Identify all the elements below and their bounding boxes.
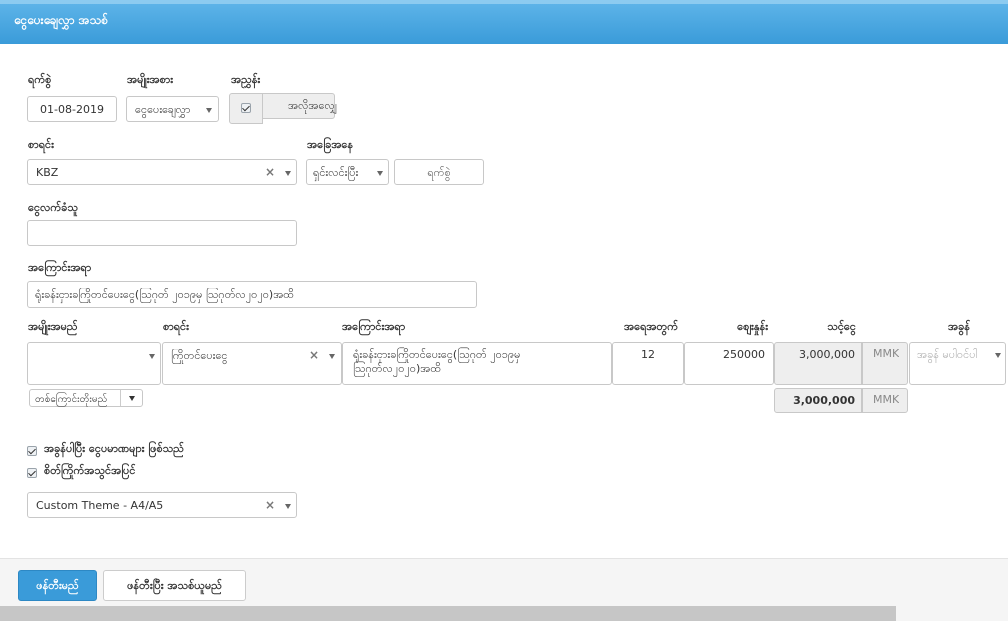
line-currency: MMK xyxy=(862,342,908,385)
col-price-header: စျေးနှုန်း xyxy=(737,320,768,333)
ref-value: အလိုအလျှေ xyxy=(288,99,337,112)
payee-label: ငွေလက်ခံသူ xyxy=(28,201,78,214)
account-value: KBZ xyxy=(36,166,59,179)
tax-inclusive-checkbox[interactable] xyxy=(27,446,37,456)
line-price-value: 250000 xyxy=(723,348,765,361)
chevron-down-icon xyxy=(149,354,155,359)
payee-input[interactable] xyxy=(27,220,297,246)
type-select[interactable]: ငွေပေးချေလွှာ xyxy=(126,96,219,122)
date-input[interactable]: 01-08-2019 xyxy=(27,96,117,122)
total-currency: MMK xyxy=(862,388,908,413)
custom-print-checkbox[interactable] xyxy=(27,468,37,478)
chevron-down-icon xyxy=(206,108,212,113)
status-date-placeholder: ရက်စွဲ xyxy=(427,166,451,179)
chevron-down-icon xyxy=(377,171,383,176)
description-label: အကြောင်းအရာ xyxy=(28,261,92,274)
line-account-value: ကြိုတင်ပေးငွေ xyxy=(171,349,228,362)
status-date-input[interactable]: ရက်စွဲ xyxy=(394,159,484,185)
status-select[interactable]: ရှင်းလင်းပြီး xyxy=(306,159,389,185)
col-kind-header: အမျိုးအမည် xyxy=(28,320,78,333)
horizontal-scrollbar[interactable] xyxy=(0,606,896,621)
col-tax-header: အခွန် xyxy=(948,320,970,333)
chevron-down-icon xyxy=(285,171,291,176)
add-line-label: တစ်ကြောင်းတိုးမည် xyxy=(35,394,108,405)
theme-value: Custom Theme - A4/A5 xyxy=(36,499,164,512)
chevron-down-icon xyxy=(329,354,335,359)
ref-input[interactable]: အလိုအလျှေ xyxy=(262,93,337,119)
line-qty-input[interactable]: 12 xyxy=(612,342,684,385)
line-tax-placeholder: အခွန် မပါဝင်ပါ xyxy=(917,348,978,361)
line-currency-value: MMK xyxy=(873,347,900,360)
line-account-select[interactable]: ကြိုတင်ပေးငွေ × xyxy=(162,342,342,385)
chevron-down-icon[interactable] xyxy=(129,396,135,401)
custom-print-label: စိတ်ကြိုက်အသွင်အပြင် xyxy=(44,464,136,477)
date-value: 01-08-2019 xyxy=(40,103,104,116)
auto-ref-toggle[interactable] xyxy=(229,93,263,124)
add-line-divider xyxy=(120,390,121,406)
account-label: စာရင်း xyxy=(28,138,54,151)
chevron-down-icon xyxy=(995,353,1001,358)
line-description-input[interactable]: ရုံးခန်းငှားခကြိုတင်ပေးငွေ(ဩဂုတ် ၂၀၁၉မှ … xyxy=(342,342,612,385)
type-label: အမျိုးအစား xyxy=(127,73,174,86)
type-value: ငွေပေးချေလွှာ xyxy=(135,103,191,116)
account-select[interactable]: KBZ × xyxy=(27,159,297,185)
col-description-header: အကြောင်းအရာ xyxy=(342,320,406,333)
theme-select[interactable]: Custom Theme - A4/A5 × xyxy=(27,492,297,518)
dialog-header xyxy=(0,0,1008,44)
col-qty-header: အရေအတွက် xyxy=(624,320,678,333)
line-amount: 3,000,000 xyxy=(774,342,862,385)
line-qty-value: 12 xyxy=(641,348,655,361)
description-value: ရုံးခန်းငှားခကြိုတင်ပေးငွေ(ဩဂုတ် ၂၀၁၉မှ … xyxy=(35,288,294,301)
col-amount-header: သင့်ငွေ xyxy=(827,320,856,333)
line-description-value: ရုံးခန်းငှားခကြိုတင်ပေးငွေ(ဩဂုတ် ၂၀၁၉မှ … xyxy=(353,348,521,375)
chevron-down-icon xyxy=(285,504,291,509)
create-and-new-button[interactable]: ဖန်တီးပြီး အသစ်ယူမည် xyxy=(103,570,246,601)
total-currency-value: MMK xyxy=(873,393,900,406)
col-account-header: စာရင်း xyxy=(163,320,189,333)
clear-icon[interactable]: × xyxy=(309,348,319,362)
add-line-button[interactable]: တစ်ကြောင်းတိုးမည် xyxy=(29,389,143,407)
status-label: အခြေအနေ xyxy=(307,138,354,151)
date-label: ရက်စွဲ xyxy=(28,73,52,86)
line-price-input[interactable]: 250000 xyxy=(684,342,774,385)
clear-icon[interactable]: × xyxy=(265,165,275,179)
clear-icon[interactable]: × xyxy=(265,498,275,512)
auto-ref-checkbox[interactable] xyxy=(241,103,251,113)
line-tax-select[interactable]: အခွန် မပါဝင်ပါ xyxy=(909,342,1006,385)
line-kind-select[interactable] xyxy=(27,342,161,385)
status-value: ရှင်းလင်းပြီး xyxy=(313,166,359,179)
total-amount: 3,000,000 xyxy=(774,388,862,413)
description-input[interactable]: ရုံးခန်းငှားခကြိုတင်ပေးငွေ(ဩဂုတ် ၂၀၁၉မှ … xyxy=(27,281,477,308)
dialog-title: ငွေပေးချေလွှာ အသစ် xyxy=(14,13,109,27)
create-button[interactable]: ဖန်တီးမည် xyxy=(18,570,97,601)
tax-inclusive-label: အခွန်ပါပြီး ငွေပမာဏများ ဖြစ်သည် xyxy=(44,442,184,455)
line-amount-value: 3,000,000 xyxy=(799,348,855,361)
total-amount-value: 3,000,000 xyxy=(793,394,855,407)
ref-label: အညွှန်း xyxy=(231,73,261,86)
